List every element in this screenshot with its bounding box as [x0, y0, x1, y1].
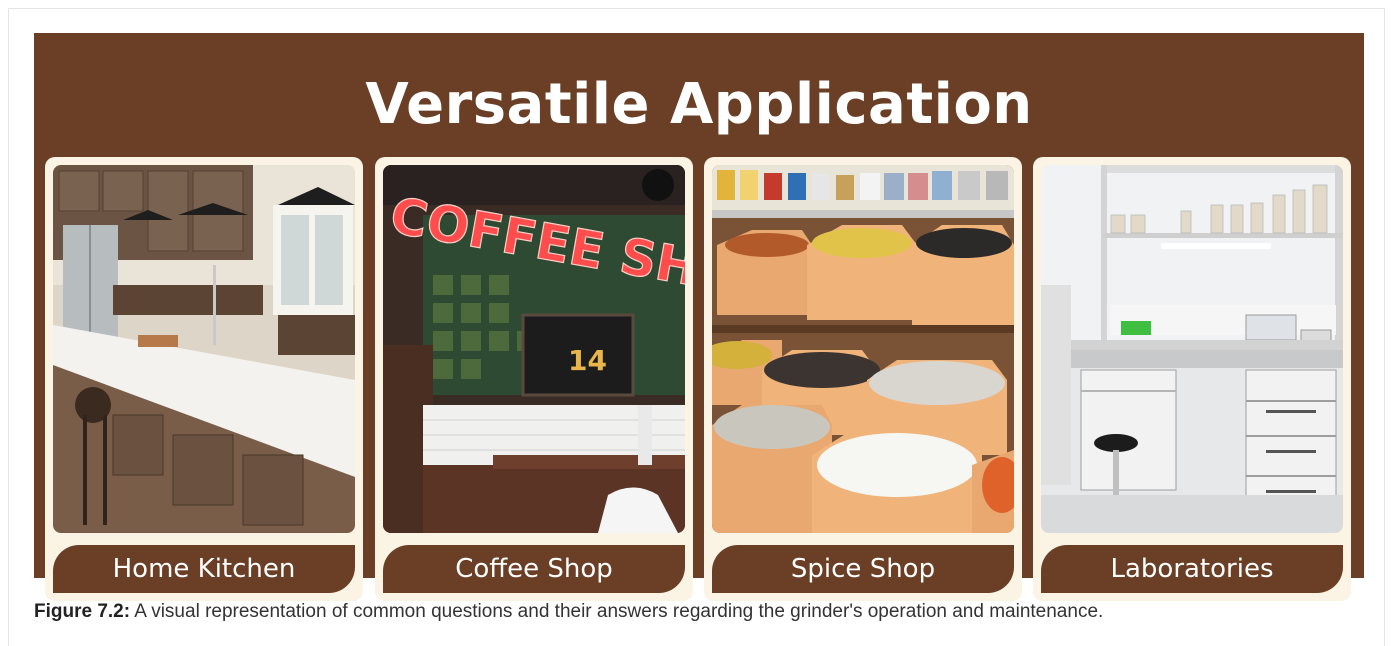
- menu-board-number: 14: [568, 344, 607, 377]
- figure-caption: Figure 7.2: A visual representation of c…: [34, 600, 1364, 624]
- caption-prefix: Figure 7.2:: [34, 601, 131, 622]
- coffee-shop-photo: COFFEE SHO 14: [383, 165, 685, 533]
- card-label-spice-shop: Spice Shop: [712, 545, 1014, 593]
- versatile-application-banner: Versatile Application Home Kitchen COFFE…: [34, 33, 1364, 601]
- card-label-coffee-shop: Coffee Shop: [383, 545, 685, 593]
- card-home-kitchen: Home Kitchen: [45, 157, 363, 601]
- card-label-home-kitchen: Home Kitchen: [53, 545, 355, 593]
- card-label-laboratories: Laboratories: [1041, 545, 1343, 593]
- kitchen-photo: [53, 165, 355, 533]
- card-coffee-shop: COFFEE SHO 14 Coffee Shop: [375, 157, 693, 601]
- laboratory-photo: [1041, 165, 1343, 533]
- card-laboratories: Laboratories: [1033, 157, 1351, 601]
- card-spice-shop: Spice Shop: [704, 157, 1022, 601]
- spice-shop-photo: [712, 165, 1014, 533]
- banner-title: Versatile Application: [365, 72, 1033, 137]
- caption-text: A visual representation of common questi…: [130, 601, 1104, 622]
